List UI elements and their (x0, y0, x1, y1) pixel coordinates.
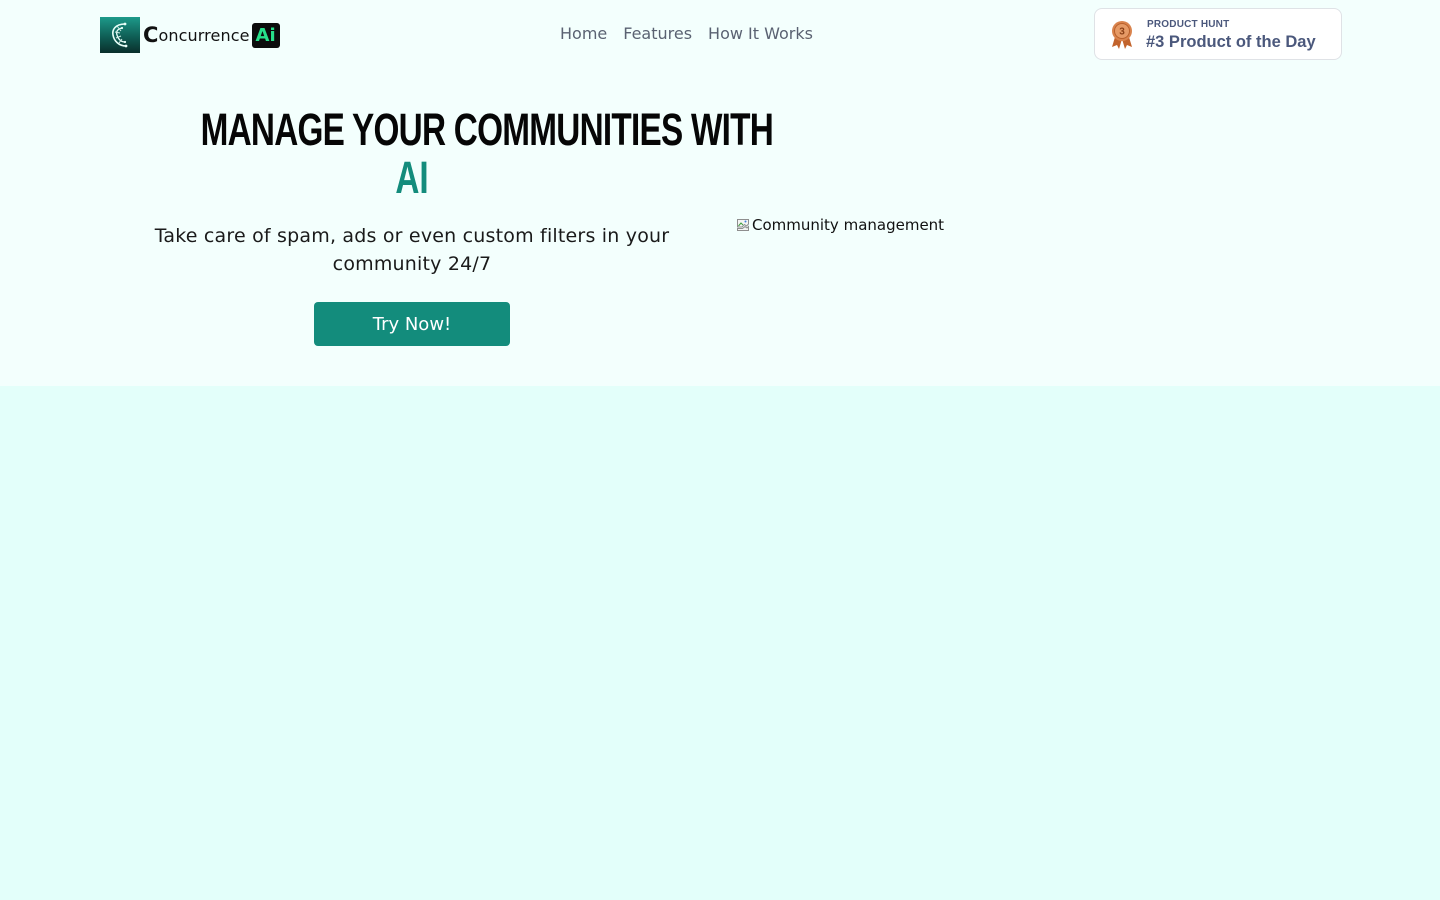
brand-initial: C (143, 23, 159, 47)
product-hunt-kicker: PRODUCT HUNT (1147, 19, 1230, 30)
hero-subtitle: Take care of spam, ads or even custom fi… (154, 225, 670, 275)
nav-features-link[interactable]: Features (623, 23, 692, 45)
hero-title-highlight: AI (395, 152, 429, 203)
main-nav: Home Features How It Works (560, 23, 813, 45)
bronze-medal-icon: 3 (1109, 20, 1135, 50)
product-hunt-title: #3 Product of the Day (1146, 33, 1316, 51)
brand-logo[interactable]: Concurrence Ai (100, 17, 280, 53)
medal-number: 3 (1119, 27, 1125, 38)
concurrence-logo-icon (100, 17, 140, 53)
brand-ai-badge: Ai (251, 22, 280, 48)
hero-title: Manage your communities with AI (100, 106, 774, 203)
brand-name: oncurrence (158, 25, 250, 45)
broken-image-icon (736, 217, 752, 233)
product-hunt-badge[interactable]: 3 PRODUCT HUNT #3 Product of the Day (1094, 8, 1342, 60)
image-alt-text: Community management (752, 216, 945, 234)
nav-how-it-works-link[interactable]: How It Works (708, 23, 813, 45)
hero-section: Concurrence Ai Home Features How It Work… (0, 0, 1440, 386)
nav-home-link[interactable]: Home (560, 23, 607, 45)
hero-title-text: Manage your communities with (200, 104, 774, 155)
community-management-image: Community management (736, 216, 944, 234)
try-now-button[interactable]: Try Now! (314, 302, 510, 346)
brand-wordmark: Concurrence Ai (143, 22, 280, 48)
